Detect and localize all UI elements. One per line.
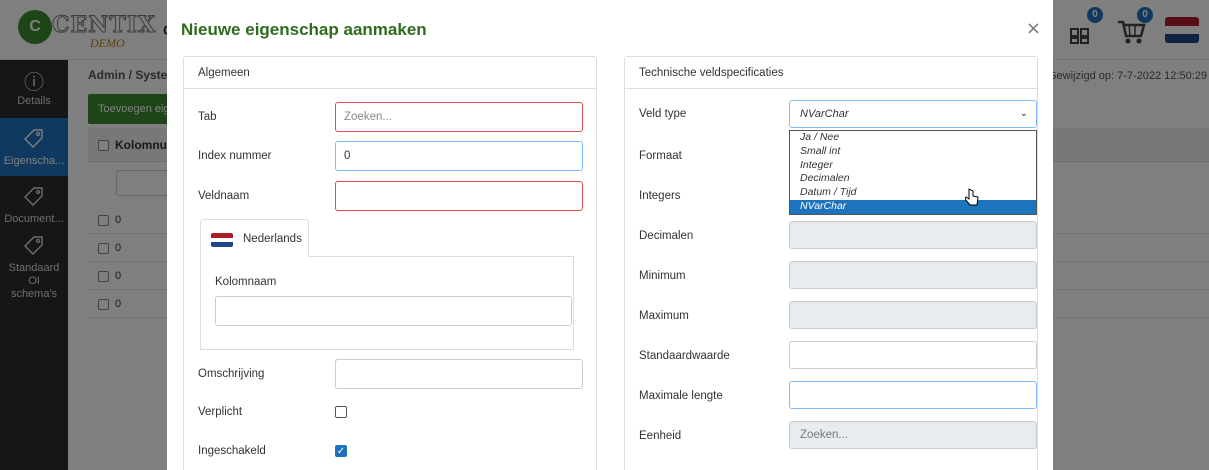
omschrijving-input[interactable]	[335, 359, 583, 389]
kolomnaam-label: Kolomnaam	[215, 276, 277, 288]
maximale-lengte-row: Maximale lengte	[639, 381, 1037, 411]
omschrijving-label: Omschrijving	[198, 368, 265, 380]
decimalen-row: Decimalen	[639, 221, 1037, 251]
veldnaam-input[interactable]	[335, 181, 583, 211]
ingeschakeld-label: Ingeschakeld	[198, 445, 266, 457]
option-nvarchar[interactable]: NVarChar	[790, 199, 1036, 214]
maximum-row: Maximum	[639, 301, 1037, 331]
index-row: Index nummer 0	[198, 141, 583, 171]
eenheid-row: Eenheid Zoeken...	[639, 421, 1037, 451]
eenheid-search-input[interactable]: Zoeken...	[789, 421, 1037, 449]
new-property-modal: Nieuwe eigenschap aanmaken × Algemeen Ta…	[167, 0, 1053, 470]
technical-specs-panel: Technische veldspecificaties Veld type N…	[624, 56, 1038, 470]
standaardwaarde-input[interactable]	[789, 341, 1037, 369]
maximale-lengte-input[interactable]	[789, 381, 1037, 409]
mouse-cursor-icon	[965, 188, 979, 206]
maximum-label: Maximum	[639, 310, 689, 322]
omschrijving-row: Omschrijving	[198, 359, 583, 389]
ingeschakeld-row: Ingeschakeld ✓	[198, 436, 582, 466]
ingeschakeld-checkbox[interactable]: ✓	[335, 445, 347, 457]
decimalen-label: Decimalen	[639, 230, 694, 242]
kolomnaam-input[interactable]	[215, 296, 572, 326]
tab-nederlands[interactable]: Nederlands	[200, 219, 309, 257]
option-small-int[interactable]: Small int	[790, 145, 1036, 159]
verplicht-row: Verplicht	[198, 397, 582, 427]
standaardwaarde-label: Standaardwaarde	[639, 350, 730, 362]
option-datum-tijd[interactable]: Datum / Tijd	[790, 186, 1036, 200]
language-tab-label: Nederlands	[243, 233, 302, 245]
formaat-label: Formaat	[639, 150, 682, 162]
veldnaam-label: Veldnaam	[198, 190, 250, 202]
general-panel: Algemeen Tab Zoeken... Index nummer 0 Ve…	[183, 56, 597, 470]
modal-title: Nieuwe eigenschap aanmaken	[181, 20, 427, 39]
veldtype-row: Veld type NVarChar ⌄ Ja / Nee Small int …	[639, 100, 1037, 215]
option-integer[interactable]: Integer	[790, 159, 1036, 173]
chevron-down-icon: ⌄	[1019, 108, 1028, 119]
option-decimalen[interactable]: Decimalen	[790, 172, 1036, 186]
index-number-input[interactable]: 0	[335, 141, 583, 171]
close-button[interactable]: ×	[1026, 20, 1041, 38]
tab-placeholder: Zoeken...	[344, 111, 392, 123]
option-ja-nee[interactable]: Ja / Nee	[790, 131, 1036, 145]
tab-label: Tab	[198, 111, 217, 123]
veldtype-selected-value: NVarChar	[800, 108, 849, 120]
minimum-label: Minimum	[639, 270, 686, 282]
maximale-lengte-label: Maximale lengte	[639, 390, 723, 402]
index-label: Index nummer	[198, 150, 272, 162]
eenheid-placeholder: Zoeken...	[800, 429, 848, 441]
dutch-flag-icon	[211, 233, 233, 247]
tab-search-input[interactable]: Zoeken...	[335, 102, 583, 132]
minimum-row: Minimum	[639, 261, 1037, 291]
verplicht-checkbox[interactable]	[335, 406, 347, 418]
veldnaam-row: Veldnaam	[198, 181, 583, 211]
standaardwaarde-row: Standaardwaarde	[639, 341, 1037, 371]
general-panel-heading: Algemeen	[184, 57, 596, 89]
veldtype-select[interactable]: NVarChar ⌄	[789, 100, 1037, 128]
veldtype-dropdown: Ja / Nee Small int Integer Decimalen Dat…	[789, 130, 1037, 215]
decimalen-input[interactable]	[789, 221, 1037, 249]
language-tab-content: Kolomnaam	[200, 256, 574, 350]
technical-panel-heading: Technische veldspecificaties	[625, 57, 1037, 89]
maximum-input[interactable]	[789, 301, 1037, 329]
veldtype-label: Veld type	[639, 108, 687, 120]
eenheid-label: Eenheid	[639, 430, 682, 442]
minimum-input[interactable]	[789, 261, 1037, 289]
tab-row: Tab Zoeken...	[198, 102, 583, 132]
verplicht-label: Verplicht	[198, 406, 243, 418]
integers-label: Integers	[639, 190, 681, 202]
